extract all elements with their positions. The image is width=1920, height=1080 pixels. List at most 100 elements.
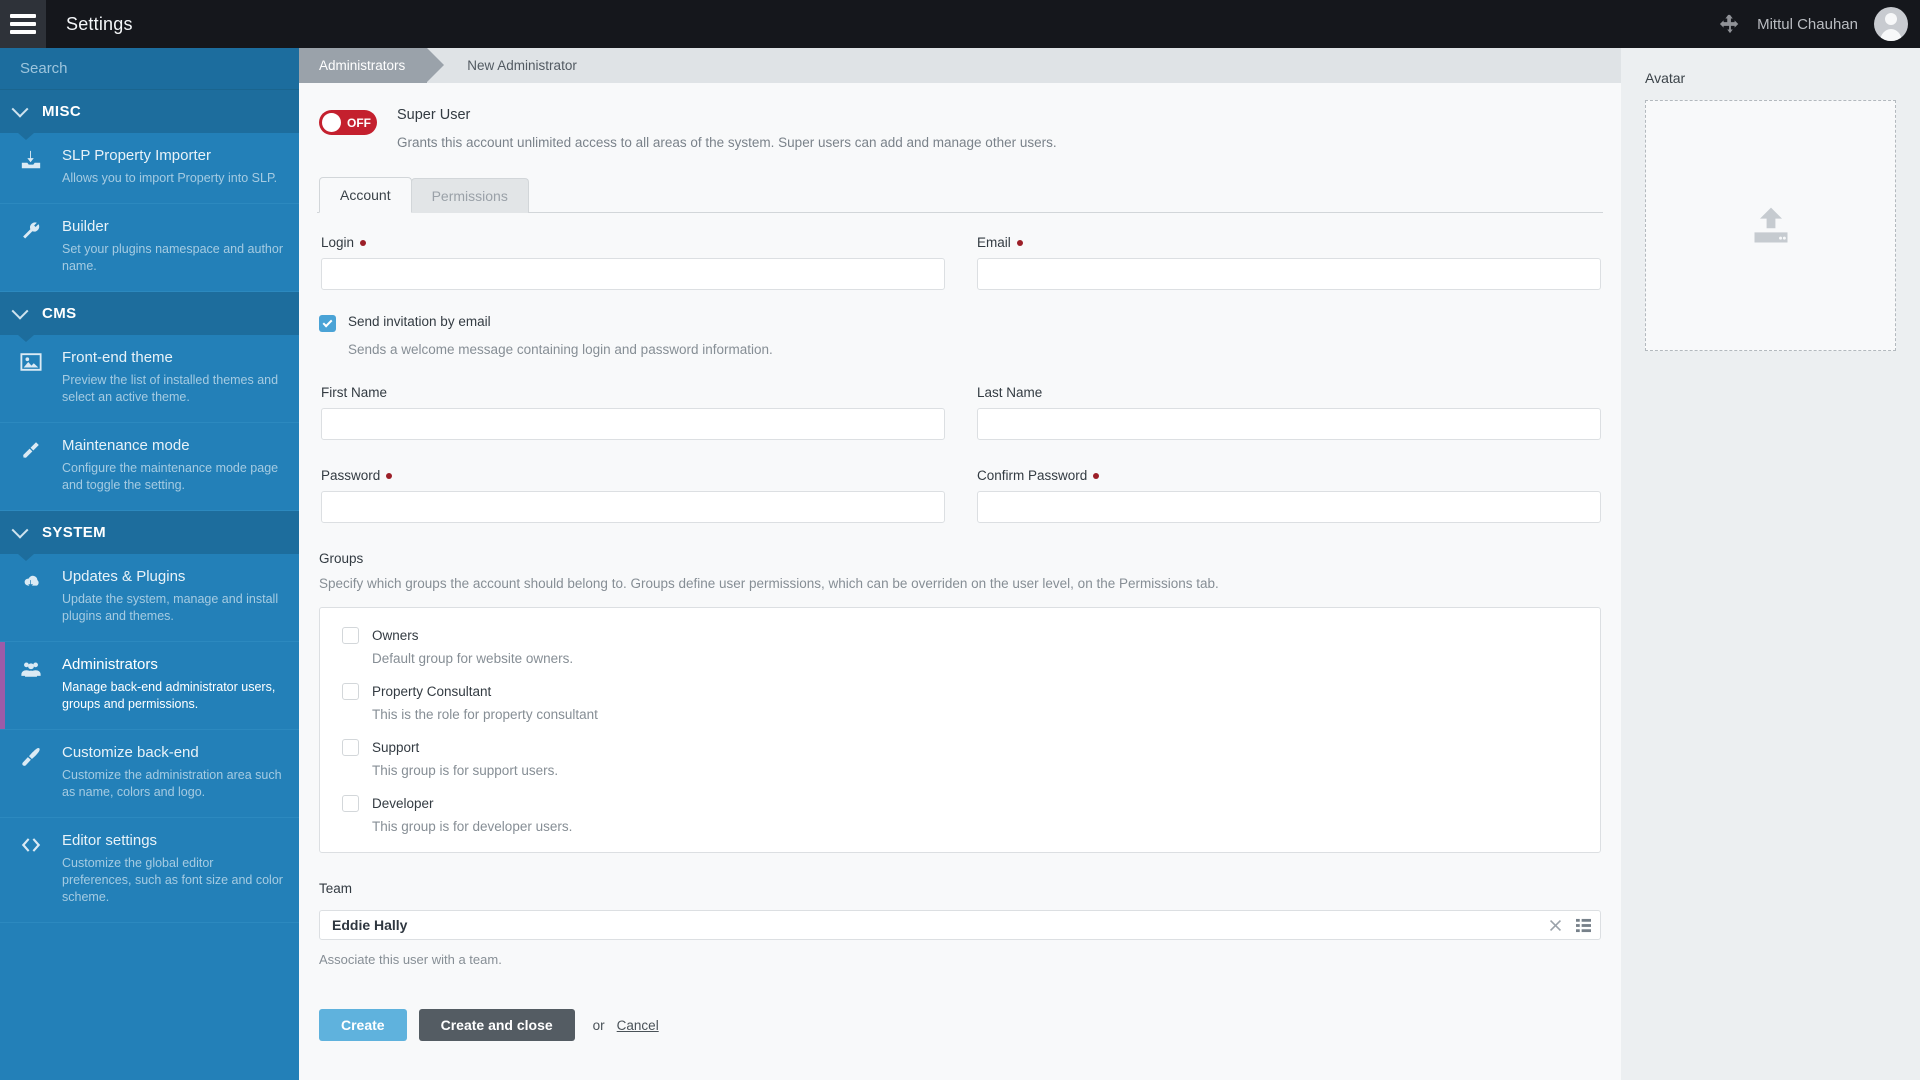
sidebar-group-misc[interactable]: MISC [0,90,299,140]
sidebar-item-description: Customize the administration area such a… [62,768,282,799]
password-input[interactable] [321,491,945,523]
cancel-link[interactable]: Cancel [617,1018,659,1033]
tab-permissions[interactable]: Permissions [410,178,529,213]
group-checkbox[interactable] [342,795,359,812]
sidebar-item-label: Maintenance mode [62,437,190,454]
password-label: Password [321,468,381,483]
users-group-icon [14,656,48,682]
breadcrumb-label: Administrators [319,58,406,73]
sidebar-item-maintenance-mode[interactable]: Maintenance mode Configure the maintenanc… [0,423,299,511]
first-name-input[interactable] [321,408,945,440]
group-description: Default group for website owners. [372,651,574,666]
confirm-password-input[interactable] [977,491,1601,523]
sidebar-item-description: Preview the list of installed themes and… [62,373,279,404]
password-field-group: Password [321,468,945,523]
hamburger-menu-icon[interactable] [0,0,46,48]
move-crosshair-icon[interactable] [1719,13,1741,35]
clear-x-icon[interactable] [1549,919,1562,932]
login-label: Login [321,235,355,250]
email-label-wrap: Email [977,235,1601,250]
sidebar-group-label: CMS [42,305,77,322]
sidebar-item-label: Updates & Plugins [62,568,186,585]
group-row: Developer This group is for developer use… [342,794,1578,834]
cloud-download-icon [14,568,48,594]
group-description: This group is for support users. [372,763,559,778]
last-name-label-wrap: Last Name [977,385,1601,400]
breadcrumb-item-administrators[interactable]: Administrators [299,48,445,83]
toggle-knob [322,113,341,132]
tab-account[interactable]: Account [319,177,412,213]
create-and-close-button[interactable]: Create and close [418,1009,575,1041]
sidebar-item-description: Allows you to import Property into SLP. [62,171,278,185]
required-dot-icon [1093,472,1100,479]
group-row-top: Property Consultant [342,682,1578,700]
last-name-label: Last Name [977,385,1043,400]
sidebar-item-slp-property-importer[interactable]: SLP Property Importer Allows you to impor… [0,133,299,204]
confirm-password-field-group: Confirm Password [977,468,1601,523]
user-name[interactable]: Mittul Chauhan [1757,16,1858,33]
team-field-icons [1549,910,1591,940]
name-row: First Name Last Name [319,385,1601,440]
team-input[interactable] [319,910,1601,940]
confirm-password-label: Confirm Password [977,468,1088,483]
sidebar-group-label: MISC [42,103,82,120]
user-avatar-icon[interactable] [1874,7,1908,41]
super-user-text: Super User Grants this account unlimited… [397,107,1057,150]
sidebar: Search MISC SLP Property Importer Allows y… [0,48,299,1080]
first-name-label-wrap: First Name [321,385,945,400]
group-row: Owners Default group for website owners. [342,626,1578,666]
login-email-row: Login Email [319,235,1601,290]
sidebar-item-builder[interactable]: Builder Set your plugins namespace and au… [0,204,299,292]
group-checkbox[interactable] [342,739,359,756]
first-name-label: First Name [321,385,388,400]
breadcrumb: Administrators New Administrator [299,48,1621,83]
main-content: OFF Super User Grants this account unlim… [299,83,1621,1080]
avatar-upload-dropzone[interactable] [1645,100,1896,351]
login-label-wrap: Login [321,235,945,250]
group-description: This group is for developer users. [372,819,573,834]
groups-list: Owners Default group for website owners. P… [319,607,1601,853]
password-row: Password Confirm Password [319,468,1601,523]
top-bar: Settings Mittul Chauhan [0,0,1920,48]
list-picker-icon[interactable] [1576,918,1591,933]
group-row-top: Support [342,738,1578,756]
wrench-icon [14,218,48,244]
sidebar-group-system[interactable]: SYSTEM [0,511,299,561]
send-invitation-checkbox[interactable] [319,315,336,332]
login-input[interactable] [321,258,945,290]
email-input[interactable] [977,258,1601,290]
sidebar-item-label: Customize back-end [62,744,199,761]
sidebar-item-updates-plugins[interactable]: Updates & Plugins Update the system, mana… [0,554,299,642]
download-inbox-icon [14,147,48,173]
super-user-row: OFF Super User Grants this account unlim… [299,83,1621,150]
check-tick-icon [322,317,333,328]
send-invitation-text: Send invitation by email [348,314,491,329]
sidebar-item-label: SLP Property Importer [62,147,211,164]
team-label: Team [319,881,353,896]
sidebar-item-editor-settings[interactable]: Editor settings Customize the global edit… [0,818,299,923]
tab-bar: Account Permissions [319,177,1621,213]
sidebar-item-description: Configure the maintenance mode page and … [62,461,279,492]
login-field-group: Login [321,235,945,290]
group-row: Property Consultant This is the role for … [342,682,1578,722]
sidebar-item-label: Front-end theme [62,349,173,366]
chevron-down-icon [11,100,29,118]
group-row-top: Owners [342,626,1578,644]
sidebar-group-cms[interactable]: CMS [0,292,299,342]
super-user-toggle[interactable]: OFF [319,110,377,135]
group-checkbox[interactable] [342,683,359,700]
group-name: Developer [372,795,434,811]
email-label: Email [977,235,1011,250]
sidebar-item-label: Editor settings [62,832,158,849]
last-name-input[interactable] [977,408,1601,440]
sidebar-search[interactable]: Search [0,48,299,90]
group-checkbox[interactable] [342,627,359,644]
required-dot-icon [386,472,393,479]
sidebar-item-administrators[interactable]: Administrators Manage back-end administra… [0,642,299,730]
chevron-down-icon [11,302,29,320]
create-button[interactable]: Create [319,1009,407,1041]
sidebar-item-front-end-theme[interactable]: Front-end theme Preview the list of insta… [0,335,299,423]
confirm-password-label-wrap: Confirm Password [977,468,1601,483]
groups-section-label: Groups [319,551,364,566]
sidebar-item-customize-back-end[interactable]: Customize back-end Customize the administ… [0,730,299,818]
